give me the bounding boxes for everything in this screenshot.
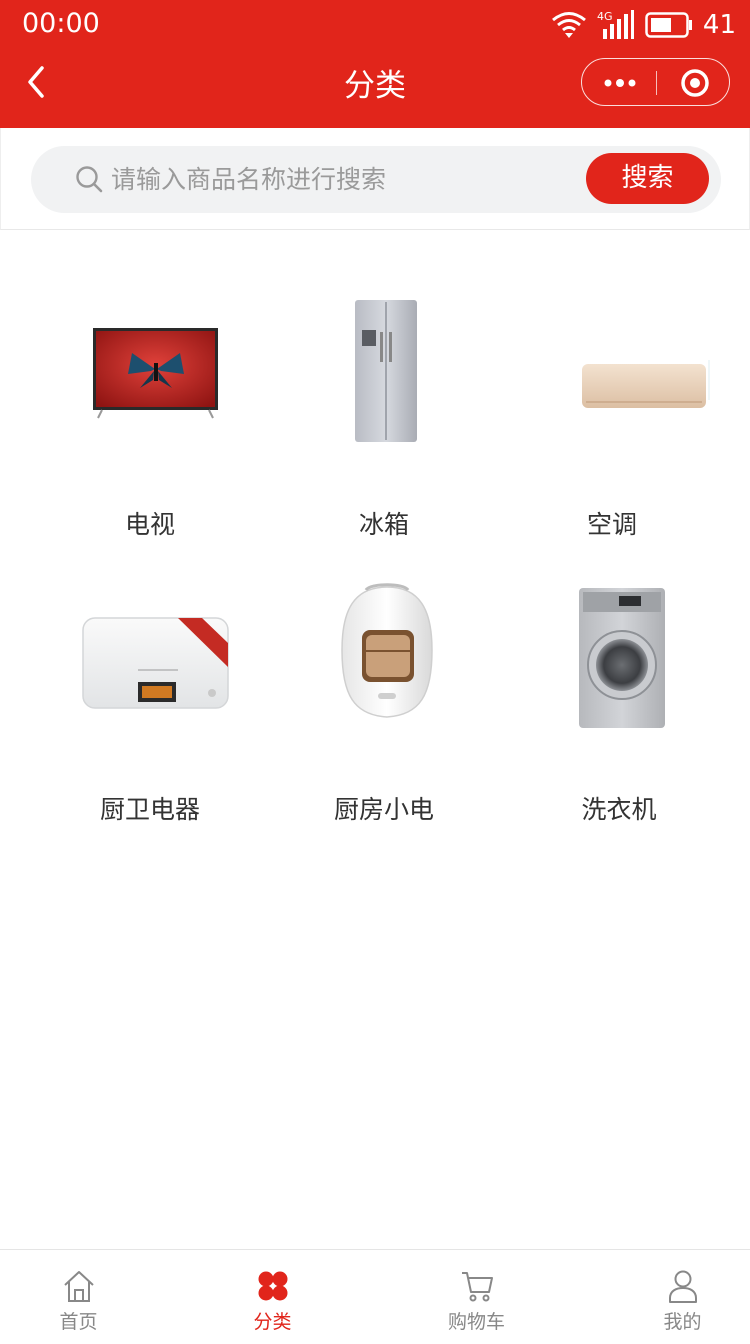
air-conditioner-image <box>582 360 710 408</box>
category-item-refrigerator[interactable]: 冰箱 <box>262 250 512 539</box>
battery-level: 41 <box>702 10 736 40</box>
user-icon <box>669 1270 697 1303</box>
search-button[interactable]: 搜索 <box>586 153 709 204</box>
wifi-icon <box>551 12 586 38</box>
search-bar: 搜索 <box>31 146 721 213</box>
tab-label: 首页 <box>59 1311 98 1333</box>
category-item-kitchen-bath-appliances[interactable]: 厨卫电器 <box>38 535 288 824</box>
search-icon <box>76 166 103 193</box>
cellular-signal-icon: 4G <box>597 10 634 39</box>
tab-cart[interactable]: 购物车 <box>383 1250 570 1344</box>
category-item-washing-machine[interactable]: 洗衣机 <box>497 535 747 824</box>
network-type: 4G <box>597 10 613 23</box>
category-icon <box>258 1271 288 1301</box>
close-target-icon[interactable] <box>680 68 710 98</box>
refrigerator-image <box>355 300 417 442</box>
status-indicators: 4G 41 <box>551 8 736 42</box>
tab-profile[interactable]: 我的 <box>589 1250 750 1344</box>
search-section: 搜索 <box>0 128 750 230</box>
washing-machine-image <box>579 588 665 728</box>
cart-icon <box>462 1272 493 1302</box>
battery-icon <box>645 12 692 38</box>
more-dots-icon[interactable] <box>602 69 638 97</box>
category-item-air-conditioner[interactable]: 空调 <box>490 250 740 539</box>
tv-image <box>93 328 218 419</box>
category-item-tv[interactable]: 电视 <box>28 250 278 539</box>
tab-label: 购物车 <box>447 1311 505 1333</box>
tab-label: 我的 <box>663 1311 702 1333</box>
search-input[interactable] <box>111 157 571 201</box>
bottom-tab-bar: 首页 分类 购物车 我的 <box>0 1249 750 1344</box>
category-label: 厨卫电器 <box>99 795 200 824</box>
rice-cooker-image <box>341 583 433 718</box>
top-bar: 00:00 4G 41 分类 <box>0 0 750 128</box>
category-label: 洗衣机 <box>581 795 657 824</box>
home-icon <box>64 1271 94 1302</box>
water-heater-image <box>82 617 229 709</box>
status-time: 00:00 <box>22 8 100 39</box>
mini-program-capsule <box>581 58 730 106</box>
tab-label: 分类 <box>253 1311 292 1333</box>
capsule-divider <box>656 71 657 95</box>
category-label: 厨房小电 <box>333 795 434 824</box>
tab-category[interactable]: 分类 <box>179 1250 366 1344</box>
category-item-small-kitchen-appliances[interactable]: 厨房小电 <box>262 535 512 824</box>
tab-home[interactable]: 首页 <box>0 1250 172 1344</box>
